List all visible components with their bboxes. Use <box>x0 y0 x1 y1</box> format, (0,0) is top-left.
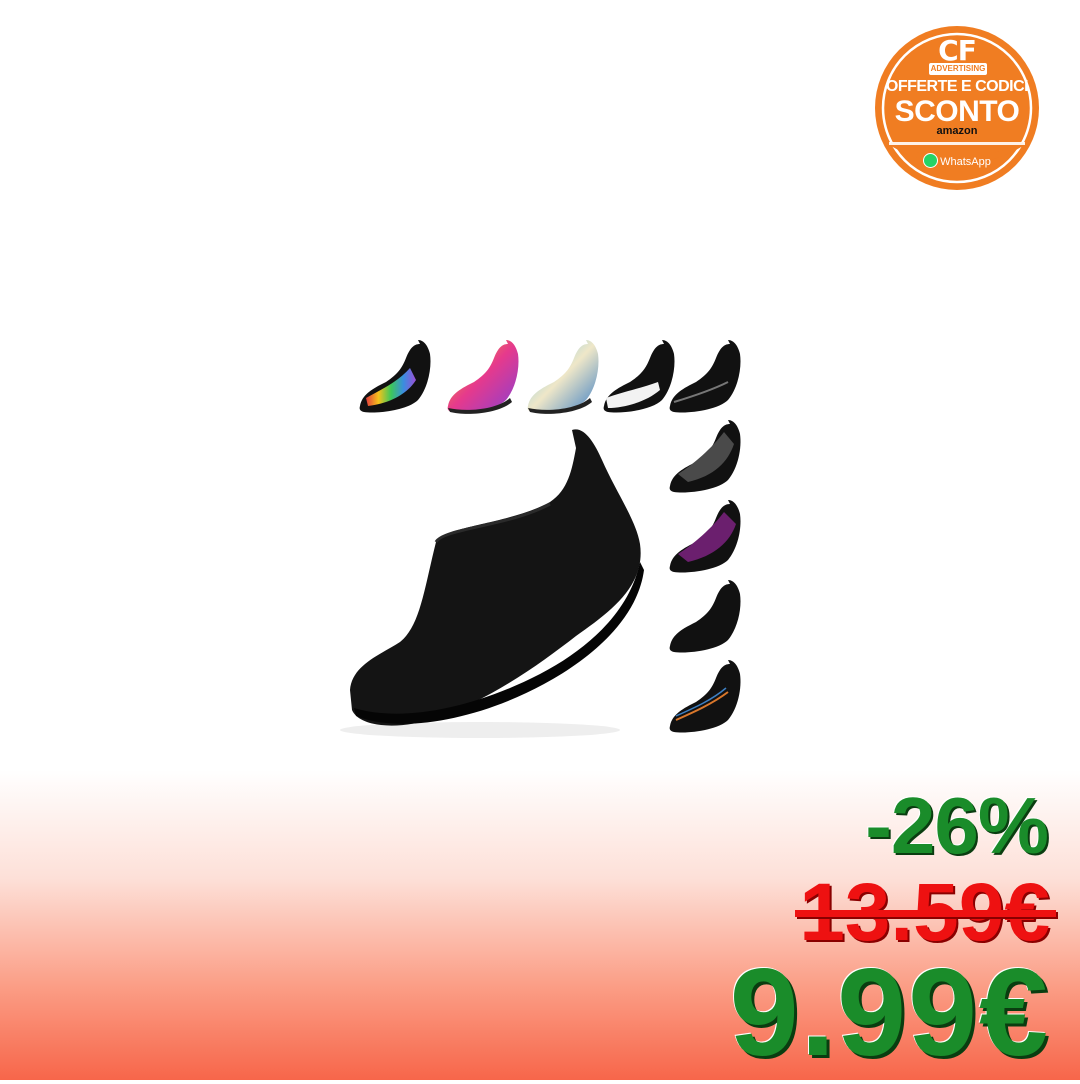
discount-percent: -26% <box>865 781 1049 870</box>
badge-whatsapp: WhatsApp <box>873 153 1041 168</box>
variant-thumb <box>669 420 741 493</box>
badge-sconto-text: SCONTO <box>894 95 1020 128</box>
variant-thumb <box>527 340 599 414</box>
cf-advertising-badge: CF ADVERTISING OFFERTE E CODICI SCONTO a… <box>873 24 1041 192</box>
product-image <box>340 330 750 750</box>
variant-thumb <box>669 580 741 653</box>
whatsapp-icon <box>923 153 939 168</box>
badge-advertising-label: ADVERTISING <box>929 63 987 75</box>
variant-thumb <box>669 340 741 413</box>
variant-thumb <box>603 340 675 413</box>
product-svg <box>340 340 741 738</box>
main-shoe <box>340 429 644 738</box>
badge-offerte-text: OFFERTE E CODICI <box>885 78 1029 95</box>
badge-whatsapp-label: WhatsApp <box>940 156 991 168</box>
new-price: 9.99€ <box>729 944 1050 1082</box>
badge-amazon-text: amazon <box>936 125 978 137</box>
variant-thumb <box>447 340 519 414</box>
variant-thumb <box>359 340 431 413</box>
variant-thumb <box>669 500 741 573</box>
variant-thumb <box>669 660 741 733</box>
